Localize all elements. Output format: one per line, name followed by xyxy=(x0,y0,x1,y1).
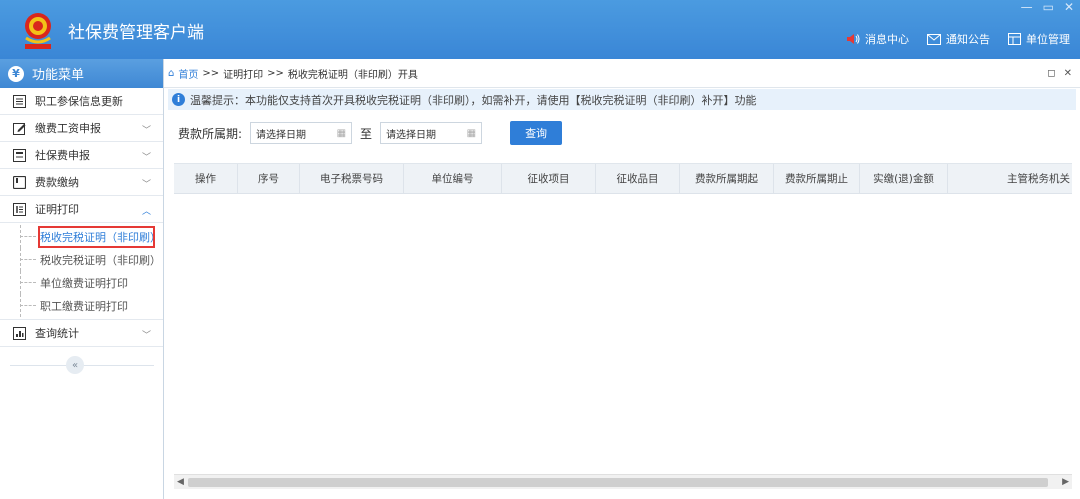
scrollbar-thumb[interactable] xyxy=(188,478,1048,487)
mail-icon xyxy=(927,33,941,45)
message-center-label: 消息中心 xyxy=(865,33,909,46)
sidebar-title: 功能菜单 xyxy=(32,68,85,83)
chevron-down-icon: ﹀ xyxy=(141,153,151,163)
close-window-button[interactable]: ✕ xyxy=(1064,0,1074,14)
highlight-box xyxy=(38,226,155,248)
sidebar-item-label: 缴费工资申报 xyxy=(35,122,101,135)
sidebar-item-label: 费款缴纳 xyxy=(35,176,79,189)
column-header[interactable]: 单位编号 xyxy=(404,163,502,194)
collapse-sidebar-button[interactable]: « xyxy=(66,356,84,374)
breadcrumb-home[interactable]: 首页 xyxy=(178,66,198,81)
submenu-item-label: 税收完税证明（非印刷） xyxy=(40,253,161,267)
submenu-item-employee-payment-certificate[interactable]: 职工缴费证明打印 xyxy=(0,294,163,317)
title-bar: 社保费管理客户端 — ▭ ✕ 消息中心 通知公告 单位管理 xyxy=(0,0,1080,59)
edit-icon xyxy=(12,121,26,135)
tab-controls: ◻ ✕ xyxy=(1047,68,1072,79)
doc-icon xyxy=(12,148,26,162)
minimize-button[interactable]: — xyxy=(1021,0,1033,14)
column-header[interactable]: 费款所属期止 xyxy=(774,163,860,194)
to-label: 至 xyxy=(360,126,373,141)
sidebar-item-label: 社保费申报 xyxy=(35,149,90,162)
maximize-button[interactable]: ▭ xyxy=(1043,0,1054,14)
main-content: ⌂ 首页 >> 证明打印 >> 税收完税证明（非印刷）开具 ◻ ✕ i 温馨提示… xyxy=(164,59,1080,499)
calendar-icon: ▦ xyxy=(466,127,477,139)
notice-label: 通知公告 xyxy=(946,33,990,46)
close-tab-icon[interactable]: ✕ xyxy=(1064,68,1072,79)
top-actions: 消息中心 通知公告 单位管理 xyxy=(846,31,1070,47)
unit-management-label: 单位管理 xyxy=(1026,33,1070,46)
restore-tab-icon[interactable]: ◻ xyxy=(1047,68,1055,79)
column-header[interactable]: 征收品目 xyxy=(596,163,680,194)
start-date-placeholder: 请选择日期 xyxy=(256,129,307,141)
chevron-down-icon: ﹀ xyxy=(141,331,151,341)
certificate-print-submenu: 税收完税证明（非印刷） 税收完税证明（非印刷） 单位缴费证明打印 职工缴费证明打… xyxy=(0,223,163,320)
card-icon xyxy=(12,175,26,189)
breadcrumb-separator: >> xyxy=(267,67,284,79)
column-header[interactable]: 实缴(退)金额 xyxy=(860,163,948,194)
sidebar-header: ¥ 功能菜单 xyxy=(0,59,163,88)
chevron-up-icon: ︿ xyxy=(141,207,151,217)
submenu-item-label: 职工缴费证明打印 xyxy=(40,299,128,313)
column-header[interactable]: 征收项目 xyxy=(502,163,596,194)
table-header: 操作 序号 电子税票号码 单位编号 征收项目 征收品目 费款所属期起 费款所属期… xyxy=(174,163,1072,194)
sidebar-item-query-statistics[interactable]: 查询统计 ﹀ xyxy=(0,320,163,347)
calendar-icon: ▦ xyxy=(336,127,347,139)
submenu-item-label: 单位缴费证明打印 xyxy=(40,276,128,290)
column-header[interactable]: 操作 xyxy=(174,163,238,194)
unit-management-button[interactable]: 单位管理 xyxy=(1008,31,1070,47)
start-date-input[interactable]: 请选择日期 ▦ xyxy=(250,122,353,144)
notice-button[interactable]: 通知公告 xyxy=(927,31,990,47)
horizontal-scrollbar[interactable]: ◀ ▶ xyxy=(174,474,1072,489)
app-title: 社保费管理客户端 xyxy=(68,23,204,43)
scroll-right-icon[interactable]: ▶ xyxy=(1062,477,1069,487)
scroll-left-icon[interactable]: ◀ xyxy=(177,477,184,487)
breadcrumb-level1: 证明打印 xyxy=(223,69,264,81)
chart-icon xyxy=(12,326,26,340)
results-table: 操作 序号 电子税票号码 单位编号 征收项目 征收品目 费款所属期起 费款所属期… xyxy=(174,163,1072,475)
end-date-input[interactable]: 请选择日期 ▦ xyxy=(380,122,483,144)
column-header[interactable]: 序号 xyxy=(238,163,300,194)
breadcrumb-level2: 税收完税证明（非印刷）开具 xyxy=(287,69,418,81)
notice-bar: i 温馨提示：本功能仅支持首次开具税收完税证明（非印刷），如需补开，请使用【税收… xyxy=(168,89,1076,110)
sidebar-item-certificate-print[interactable]: 证明打印 ︿ xyxy=(0,196,163,223)
column-header[interactable]: 费款所属期起 xyxy=(680,163,774,194)
sidebar-item-fee-declaration[interactable]: 社保费申报 ﹀ xyxy=(0,142,163,169)
column-header[interactable]: 电子税票号码 xyxy=(300,163,404,194)
end-date-placeholder: 请选择日期 xyxy=(386,129,437,141)
home-icon: ⌂ xyxy=(168,67,175,79)
breadcrumb: ⌂ 首页 >> 证明打印 >> 税收完税证明（非印刷）开具 xyxy=(164,59,1080,88)
list-icon xyxy=(12,94,26,108)
tax-emblem-icon xyxy=(25,13,51,49)
breadcrumb-separator: >> xyxy=(202,67,220,79)
window-controls: — ▭ ✕ xyxy=(1021,0,1074,14)
building-icon xyxy=(1008,33,1021,45)
yen-icon: ¥ xyxy=(8,65,24,82)
chevron-down-icon: ﹀ xyxy=(141,180,151,190)
filter-bar: 费款所属期: 请选择日期 ▦ 至 请选择日期 ▦ 查询 xyxy=(178,121,563,145)
sidebar-item-label: 职工参保信息更新 xyxy=(35,95,123,108)
message-center-button[interactable]: 消息中心 xyxy=(846,31,909,47)
query-button[interactable]: 查询 xyxy=(510,121,563,145)
submenu-item-tax-certificate-reissue[interactable]: 税收完税证明（非印刷） xyxy=(0,248,163,271)
sidebar-item-wage-declaration[interactable]: 缴费工资申报 ﹀ xyxy=(0,115,163,142)
period-label: 费款所属期: xyxy=(178,126,243,141)
speaker-icon xyxy=(847,34,860,44)
sidebar-item-label: 查询统计 xyxy=(35,327,79,340)
sidebar-item-payment[interactable]: 费款缴纳 ﹀ xyxy=(0,169,163,196)
print-icon xyxy=(12,202,26,216)
sidebar-item-info-update[interactable]: 职工参保信息更新 xyxy=(0,88,163,115)
submenu-item-tax-certificate-issue[interactable]: 税收完税证明（非印刷） xyxy=(0,225,163,248)
notice-text: 温馨提示：本功能仅支持首次开具税收完税证明（非印刷），如需补开，请使用【税收完税… xyxy=(190,93,757,107)
column-header[interactable]: 主管税务机关 xyxy=(948,164,1072,194)
sidebar: ¥ 功能菜单 职工参保信息更新 缴费工资申报 ﹀ 社保费申报 ﹀ 费款缴纳 ﹀ … xyxy=(0,59,164,499)
sidebar-item-label: 证明打印 xyxy=(35,203,79,216)
info-icon: i xyxy=(172,93,185,106)
chevron-down-icon: ﹀ xyxy=(141,126,151,136)
submenu-item-unit-payment-certificate[interactable]: 单位缴费证明打印 xyxy=(0,271,163,294)
